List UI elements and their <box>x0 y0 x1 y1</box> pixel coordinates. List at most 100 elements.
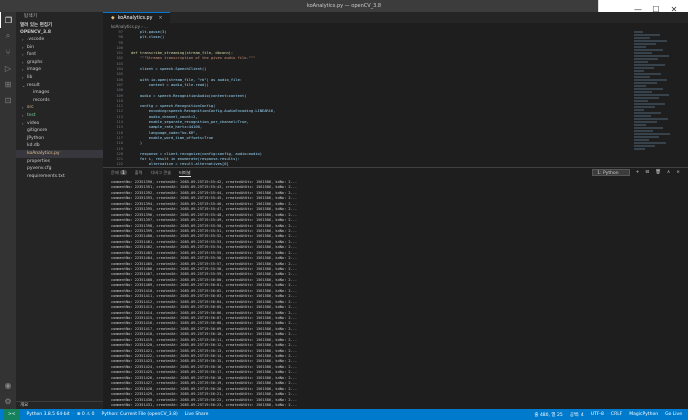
tree-item[interactable]: › src <box>16 104 103 112</box>
tree-item[interactable]: › image <box>16 66 103 74</box>
tree-item[interactable]: › graphs <box>16 59 103 67</box>
tree-item[interactable]: gitignore <box>16 127 103 135</box>
run-debug-icon[interactable]: ▷ <box>0 60 16 76</box>
terminal-select[interactable]: 1: Python <box>592 169 630 176</box>
terminal-line: commentNo: 22351431, createdAt: 2085-09-… <box>111 402 298 407</box>
minimap-line <box>634 109 645 111</box>
tree-item[interactable]: › video <box>16 120 103 128</box>
gear-icon[interactable]: ⚙ <box>0 393 16 409</box>
tree-item[interactable]: › bin <box>16 44 103 52</box>
open-editors-section[interactable]: 열려 있는 편집기 <box>16 22 103 29</box>
tree-item[interactable]: pyvenv.cfg <box>16 165 103 173</box>
tree-item[interactable]: › .vscode <box>16 36 103 44</box>
tree-item-label: gitignore <box>27 128 48 134</box>
code-editor[interactable]: 97 plt.pause(3) 98 plt.close() 99 100 101 def… <box>103 30 623 167</box>
remote-icon[interactable]: ⊡ <box>0 92 16 108</box>
status-run-config[interactable]: Python: Current File (openCV_3.8) <box>102 412 178 417</box>
outline-section[interactable]: 개요 <box>16 401 103 409</box>
tab-koanalytics[interactable]: ◆ koAnalytics.py × <box>103 12 171 24</box>
minimap-line <box>634 85 646 87</box>
minimap-line <box>634 124 647 126</box>
minimap-line <box>634 145 656 147</box>
minimap-line <box>634 121 657 123</box>
minimap-line <box>634 61 648 63</box>
close-tab-icon[interactable]: × <box>158 13 162 24</box>
status-go-live[interactable]: Go Live <box>665 412 682 418</box>
tree-item[interactable]: images <box>16 89 103 97</box>
tree-item[interactable]: ⌄ result <box>16 82 103 90</box>
status-language[interactable]: MagicPython <box>629 412 658 418</box>
tree-item-label: image <box>27 67 42 73</box>
explorer-sidebar: 탐색기 열려 있는 편집기 OPENCV_3.8 › .vscode › bin › fo… <box>16 12 103 409</box>
tree-item-label: lib <box>27 74 33 80</box>
title-bar: koAnalytics.py — openCV_3.8 — ☐ ✕ <box>0 0 688 12</box>
status-eol[interactable]: CRLF <box>611 412 622 418</box>
minimap-line <box>634 76 651 78</box>
status-indent[interactable]: 공백: 4 <box>570 412 584 418</box>
panel-actions: 1: Python + ⊟ 🗑 ∧ × <box>592 169 680 176</box>
tab-terminal[interactable]: 터미널 <box>179 170 191 177</box>
tree-item[interactable]: › font <box>16 51 103 59</box>
minimap-line <box>634 58 659 60</box>
minimap-line <box>634 94 670 96</box>
minimap-line <box>634 142 666 144</box>
tree-item[interactable]: koAnalytics.py <box>16 149 103 158</box>
line-text: client = speech.SpeechClient() <box>131 67 207 72</box>
new-terminal-icon[interactable]: + <box>636 170 640 175</box>
tree-item-label: .vscode <box>27 37 45 42</box>
maximize-panel-icon[interactable]: ∧ <box>667 170 670 175</box>
account-icon[interactable]: ◉ <box>0 377 16 393</box>
tab-output[interactable]: 출력 <box>135 170 143 176</box>
minimap-line <box>634 136 660 138</box>
remote-indicator[interactable]: >< <box>4 409 20 420</box>
tree-item-label: src <box>27 105 34 111</box>
line-text: audio = speech.RecognitionAudio(content=… <box>131 93 247 98</box>
minimap-line <box>634 31 644 33</box>
minimap-line <box>634 88 663 90</box>
breadcrumb[interactable]: koAnalytics.py › ... <box>103 23 688 30</box>
tree-item-label: video <box>27 120 40 126</box>
tree-item[interactable]: JPython <box>16 135 103 143</box>
split-terminal-icon[interactable]: ⊟ <box>645 170 649 175</box>
minimap-line <box>634 112 662 114</box>
tree-item[interactable]: properties <box>16 158 103 166</box>
activity-bar: ❐ ⌕ ⑂ ▷ ⊞ ⊡ ◉ ⚙ <box>0 12 16 409</box>
terminal-output[interactable]: commentNo: 22351390, createdAt: 2085-09-… <box>111 180 678 408</box>
trash-icon[interactable]: 🗑 <box>655 170 661 175</box>
minimap-line <box>634 82 657 84</box>
minimap[interactable] <box>634 30 680 167</box>
tree-item[interactable]: kd.db <box>16 142 103 150</box>
tree-item[interactable]: › test <box>16 112 103 120</box>
tree-item-label: graphs <box>27 59 43 65</box>
status-interpreter[interactable]: Python 3.8.5 64-bit <box>27 412 70 417</box>
line-text: """Streams transcription of the given au… <box>131 56 256 61</box>
tree-item-label: kd.db <box>27 143 40 149</box>
tab-debug-console[interactable]: 디버그 콘솔 <box>150 170 171 176</box>
minimap-line <box>634 100 649 102</box>
extensions-icon[interactable]: ⊞ <box>0 76 16 92</box>
status-encoding[interactable]: UTF-8 <box>591 412 604 418</box>
status-bar: >< Python 3.8.5 64-bit ⊗ 0 ⚠ 0 Python: C… <box>0 409 688 420</box>
files-icon[interactable]: ❐ <box>0 12 16 28</box>
file-tree: › .vscode › bin › font › graphs › image › lib ⌄ resul… <box>16 36 103 180</box>
status-cursor[interactable]: 줄 480, 열 25 <box>534 412 562 418</box>
source-control-icon[interactable]: ⑂ <box>0 44 16 60</box>
tree-item[interactable]: requirements.txt <box>16 173 103 181</box>
tree-item-label: records <box>33 97 50 103</box>
search-icon[interactable]: ⌕ <box>0 28 16 44</box>
tree-item-label: font <box>27 52 36 58</box>
tree-item[interactable]: records <box>16 97 103 105</box>
workspace-root[interactable]: OPENCV_3.8 <box>16 29 103 36</box>
status-live-share[interactable]: Live Share <box>185 412 209 417</box>
minimap-line <box>634 55 669 57</box>
tree-item-label: properties <box>27 158 50 164</box>
minimap-line <box>634 43 657 45</box>
close-panel-icon[interactable]: × <box>676 170 680 175</box>
tree-item[interactable]: › lib <box>16 74 103 82</box>
tab-problems[interactable]: 문제 1 <box>111 170 127 176</box>
minimap-line <box>634 52 652 54</box>
explorer-header: 탐색기 <box>24 14 38 19</box>
minimap-line <box>634 118 668 120</box>
status-problems[interactable]: ⊗ 0 ⚠ 0 <box>77 412 95 417</box>
editor-tabs: ◆ koAnalytics.py × <box>103 12 688 23</box>
